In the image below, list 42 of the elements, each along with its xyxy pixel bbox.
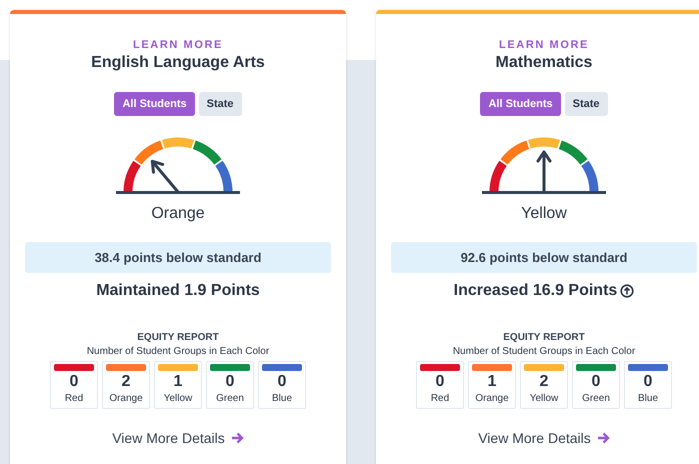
view-details-link[interactable]: View More Details	[478, 430, 610, 446]
distance-banner: 38.4 points below standard	[25, 242, 331, 273]
group-count: 0	[278, 373, 286, 391]
group-label: Green	[216, 393, 244, 404]
group-count: 2	[540, 373, 548, 391]
equity-report-subtitle: Number of Student Groups in Each Color	[452, 346, 636, 357]
group-count: 0	[70, 373, 78, 391]
group-label: Blue	[638, 393, 658, 404]
equity-report-heading: EQUITY REPORT	[503, 332, 585, 343]
equity-report-subtitle: Number of Student Groups in Each Color	[86, 346, 270, 357]
card-title: Mathematics	[496, 54, 592, 72]
group-count: 0	[226, 373, 234, 391]
status-label: Orange	[151, 205, 205, 223]
group-label: Red	[64, 393, 84, 404]
group-count: 1	[174, 373, 182, 391]
group-label: Orange	[109, 393, 143, 404]
group-label: Orange	[475, 393, 509, 404]
group-label: Green	[582, 393, 610, 404]
group-label: Yellow	[164, 393, 192, 404]
toggle-button[interactable]: All Students	[480, 92, 561, 116]
change-text: Maintained 1.9 Points	[96, 282, 260, 300]
arrow-right-icon	[596, 432, 610, 444]
status-label: Yellow	[521, 205, 567, 223]
group-count: 2	[122, 373, 130, 391]
group-count: 1	[488, 373, 496, 391]
group-count: 0	[436, 373, 444, 391]
view-details-link[interactable]: View More Details	[112, 430, 244, 446]
toggle-button[interactable]: All Students	[114, 92, 195, 116]
distance-banner: 92.6 points below standard	[391, 242, 697, 273]
group-count: 0	[592, 373, 600, 391]
arrow-right-icon	[230, 432, 244, 444]
group-label: Blue	[272, 393, 292, 404]
card-title: English Language Arts	[91, 54, 265, 72]
learn-more-link[interactable]: LEARN MORE	[133, 39, 223, 51]
toggle-button[interactable]: State	[198, 92, 242, 116]
change-text: Increased 16.9 Points	[454, 282, 618, 300]
group-label: Red	[430, 393, 450, 404]
toggle-button[interactable]: State	[564, 92, 608, 116]
group-count: 0	[644, 373, 652, 391]
learn-more-link[interactable]: LEARN MORE	[499, 39, 589, 51]
group-label: Yellow	[530, 393, 558, 404]
equity-report-heading: EQUITY REPORT	[137, 332, 219, 343]
